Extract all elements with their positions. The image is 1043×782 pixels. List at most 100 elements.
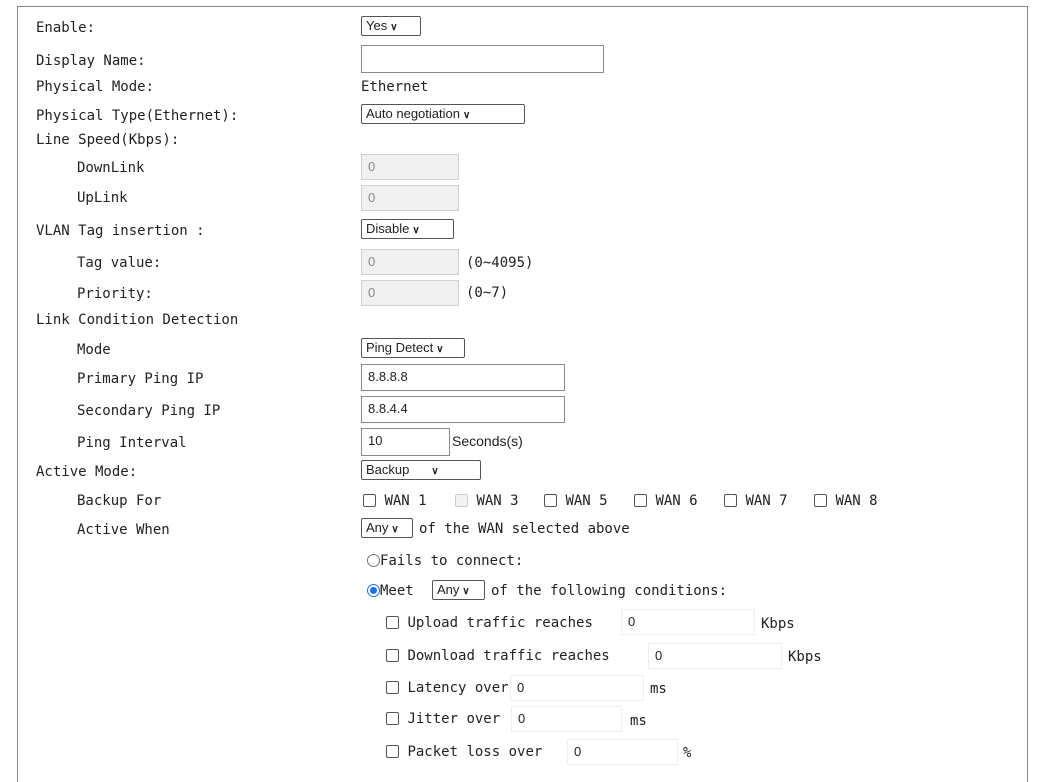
- chevron-down-icon: ∨: [462, 586, 470, 597]
- tag-value-input[interactable]: 0: [361, 249, 459, 275]
- ping-interval-input[interactable]: 10: [361, 428, 450, 456]
- chevron-down-icon: ∨: [462, 110, 471, 121]
- checkbox-icon[interactable]: [386, 712, 399, 725]
- active-when-select-value: Any: [366, 520, 389, 535]
- row-secondary-ping: Secondary Ping IP 8.8.4.4: [0, 396, 1043, 423]
- wan-7-label: WAN 7: [745, 493, 788, 509]
- enable-label: Enable:: [36, 20, 96, 36]
- wan-5-label: WAN 5: [565, 493, 608, 509]
- row-jitter-condition: Jitter over 0 ms: [0, 706, 1043, 732]
- upload-unit: Kbps: [761, 616, 795, 632]
- wan-8-option[interactable]: WAN 8: [814, 493, 878, 509]
- priority-input[interactable]: 0: [361, 280, 459, 306]
- packet-loss-option[interactable]: Packet loss over: [386, 744, 542, 760]
- physical-type-select[interactable]: Auto negotiation ∨: [361, 104, 525, 124]
- checkbox-icon[interactable]: [634, 494, 647, 507]
- wan-3-label: WAN 3: [476, 493, 519, 509]
- wan-6-option[interactable]: WAN 6: [634, 493, 698, 509]
- physical-mode-value: Ethernet: [361, 79, 429, 95]
- downlink-label: DownLink: [77, 160, 145, 176]
- checkbox-icon[interactable]: [814, 494, 827, 507]
- wan-7-option[interactable]: WAN 7: [724, 493, 788, 509]
- meet-select-value: Any: [437, 582, 460, 597]
- latency-option[interactable]: Latency over: [386, 680, 509, 696]
- vlan-tag-select[interactable]: Disable ∨: [361, 219, 454, 239]
- row-active-when: Active When Any ∨ of the WAN selected abo…: [0, 517, 1043, 543]
- latency-input[interactable]: 0: [510, 675, 644, 701]
- display-name-input[interactable]: [361, 45, 604, 73]
- download-unit: Kbps: [788, 649, 822, 665]
- active-mode-select[interactable]: Backup ∨: [361, 460, 481, 480]
- download-option[interactable]: Download traffic reaches: [386, 648, 610, 664]
- checkbox-icon[interactable]: [386, 745, 399, 758]
- row-latency-condition: Latency over 0 ms: [0, 675, 1043, 701]
- packet-loss-input[interactable]: 0: [567, 739, 678, 765]
- wan-6-label: WAN 6: [655, 493, 698, 509]
- secondary-ping-input[interactable]: 8.8.4.4: [361, 396, 565, 423]
- checkbox-icon[interactable]: [544, 494, 557, 507]
- upload-label: Upload traffic reaches: [407, 615, 593, 631]
- meet-option[interactable]: Meet: [367, 583, 414, 599]
- ping-interval-label: Ping Interval: [77, 435, 187, 451]
- vlan-tag-label: VLAN Tag insertion :: [36, 223, 205, 239]
- vlan-tag-select-value: Disable: [366, 221, 410, 236]
- priority-hint: (0~7): [466, 285, 509, 301]
- checkbox-icon[interactable]: [386, 681, 399, 694]
- enable-select[interactable]: Yes ∨: [361, 16, 421, 36]
- mode-select[interactable]: Ping Detect ∨: [361, 338, 465, 358]
- radio-icon[interactable]: [367, 584, 380, 597]
- wan-1-option[interactable]: WAN 1: [363, 493, 427, 509]
- checkbox-icon[interactable]: [386, 649, 399, 662]
- priority-label: Priority:: [77, 286, 153, 302]
- tag-value-hint: (0~4095): [466, 255, 534, 271]
- wan-5-option[interactable]: WAN 5: [544, 493, 608, 509]
- radio-icon[interactable]: [367, 554, 380, 567]
- physical-type-select-value: Auto negotiation: [366, 106, 460, 121]
- row-active-mode: Active Mode: Backup ∨: [0, 460, 1043, 486]
- chevron-down-icon: ∨: [390, 22, 398, 33]
- primary-ping-input[interactable]: 8.8.8.8: [361, 364, 565, 391]
- fails-to-connect-label: Fails to connect:: [380, 553, 524, 569]
- tag-value-label: Tag value:: [77, 255, 162, 271]
- meet-select[interactable]: Any ∨: [432, 580, 485, 600]
- downlink-input[interactable]: 0: [361, 154, 459, 180]
- row-download-condition: Download traffic reaches 0 Kbps: [0, 643, 1043, 669]
- primary-ping-label: Primary Ping IP: [77, 371, 204, 387]
- row-physical-mode: Physical Mode: Ethernet: [0, 75, 1043, 101]
- latency-label: Latency over: [407, 680, 509, 696]
- line-speed-label: Line Speed(Kbps):: [36, 132, 180, 148]
- active-when-suffix: of the WAN selected above: [419, 521, 630, 537]
- row-physical-type: Physical Type(Ethernet): Auto negotiatio…: [0, 102, 1043, 128]
- uplink-input[interactable]: 0: [361, 185, 459, 211]
- uplink-label: UpLink: [77, 190, 128, 206]
- jitter-option[interactable]: Jitter over: [386, 711, 500, 727]
- upload-option[interactable]: Upload traffic reaches: [386, 615, 593, 631]
- wan-8-label: WAN 8: [835, 493, 878, 509]
- row-meet-conditions: Meet Any ∨ of the following conditions:: [0, 578, 1043, 604]
- secondary-ping-label: Secondary Ping IP: [77, 403, 221, 419]
- checkbox-icon[interactable]: [455, 494, 468, 507]
- row-tag-value: Tag value: 0 (0~4095): [0, 249, 1043, 275]
- row-priority: Priority: 0 (0~7): [0, 280, 1043, 306]
- row-backup-for: Backup For WAN 1 WAN 3 WAN 5 WAN 6 WAN 7…: [0, 488, 1043, 514]
- row-display-name: Display Name:: [0, 45, 1043, 73]
- checkbox-icon[interactable]: [386, 616, 399, 629]
- active-mode-label: Active Mode:: [36, 464, 138, 480]
- chevron-down-icon: ∨: [436, 344, 444, 355]
- upload-input[interactable]: 0: [621, 609, 755, 635]
- active-mode-select-value: Backup: [366, 462, 410, 477]
- jitter-unit: ms: [630, 713, 647, 729]
- latency-unit: ms: [650, 681, 667, 697]
- jitter-label: Jitter over: [407, 711, 501, 727]
- physical-type-label: Physical Type(Ethernet):: [36, 108, 239, 124]
- checkbox-icon[interactable]: [724, 494, 737, 507]
- jitter-input[interactable]: 0: [511, 706, 622, 732]
- ping-interval-unit: Seconds(s): [452, 433, 523, 449]
- enable-select-value: Yes: [366, 18, 388, 33]
- download-input[interactable]: 0: [648, 643, 782, 669]
- checkbox-icon[interactable]: [363, 494, 376, 507]
- chevron-down-icon: ∨: [431, 466, 439, 477]
- active-when-select[interactable]: Any ∨: [361, 518, 413, 538]
- fails-to-connect-option[interactable]: Fails to connect:: [367, 553, 523, 569]
- wan-3-option[interactable]: WAN 3: [455, 493, 519, 509]
